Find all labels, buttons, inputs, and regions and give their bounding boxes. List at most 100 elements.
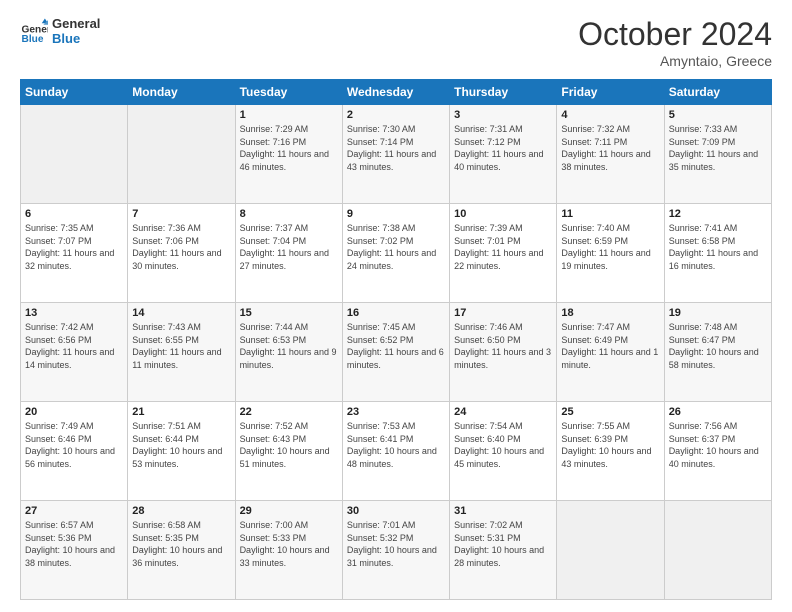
day-info: Sunrise: 7:54 AM Sunset: 6:40 PM Dayligh… [454, 420, 552, 470]
table-row: 1 Sunrise: 7:29 AM Sunset: 7:16 PM Dayli… [235, 105, 342, 204]
day-info: Sunrise: 7:48 AM Sunset: 6:47 PM Dayligh… [669, 321, 767, 371]
day-info: Sunrise: 7:40 AM Sunset: 6:59 PM Dayligh… [561, 222, 659, 272]
table-row: 9 Sunrise: 7:38 AM Sunset: 7:02 PM Dayli… [342, 204, 449, 303]
day-number: 30 [347, 505, 445, 517]
location: Amyntaio, Greece [578, 53, 772, 69]
day-info: Sunrise: 7:35 AM Sunset: 7:07 PM Dayligh… [25, 222, 123, 272]
table-row: 6 Sunrise: 7:35 AM Sunset: 7:07 PM Dayli… [21, 204, 128, 303]
calendar-week-1: 1 Sunrise: 7:29 AM Sunset: 7:16 PM Dayli… [21, 105, 772, 204]
day-number: 21 [132, 406, 230, 418]
day-number: 8 [240, 208, 338, 220]
calendar-week-2: 6 Sunrise: 7:35 AM Sunset: 7:07 PM Dayli… [21, 204, 772, 303]
table-row [557, 501, 664, 600]
day-number: 23 [347, 406, 445, 418]
header-sunday: Sunday [21, 80, 128, 105]
table-row: 2 Sunrise: 7:30 AM Sunset: 7:14 PM Dayli… [342, 105, 449, 204]
logo: General Blue General Blue [20, 16, 100, 46]
table-row: 15 Sunrise: 7:44 AM Sunset: 6:53 PM Dayl… [235, 303, 342, 402]
calendar-header-row: Sunday Monday Tuesday Wednesday Thursday… [21, 80, 772, 105]
table-row: 27 Sunrise: 6:57 AM Sunset: 5:36 PM Dayl… [21, 501, 128, 600]
day-info: Sunrise: 7:44 AM Sunset: 6:53 PM Dayligh… [240, 321, 338, 371]
header: General Blue General Blue October 2024 A… [20, 16, 772, 69]
table-row: 8 Sunrise: 7:37 AM Sunset: 7:04 PM Dayli… [235, 204, 342, 303]
day-info: Sunrise: 7:31 AM Sunset: 7:12 PM Dayligh… [454, 123, 552, 173]
day-number: 12 [669, 208, 767, 220]
calendar-week-4: 20 Sunrise: 7:49 AM Sunset: 6:46 PM Dayl… [21, 402, 772, 501]
day-info: Sunrise: 7:49 AM Sunset: 6:46 PM Dayligh… [25, 420, 123, 470]
day-info: Sunrise: 7:53 AM Sunset: 6:41 PM Dayligh… [347, 420, 445, 470]
table-row: 30 Sunrise: 7:01 AM Sunset: 5:32 PM Dayl… [342, 501, 449, 600]
day-number: 29 [240, 505, 338, 517]
day-info: Sunrise: 7:38 AM Sunset: 7:02 PM Dayligh… [347, 222, 445, 272]
page: General Blue General Blue October 2024 A… [0, 0, 792, 612]
day-info: Sunrise: 7:00 AM Sunset: 5:33 PM Dayligh… [240, 519, 338, 569]
table-row: 14 Sunrise: 7:43 AM Sunset: 6:55 PM Dayl… [128, 303, 235, 402]
day-number: 3 [454, 109, 552, 121]
header-saturday: Saturday [664, 80, 771, 105]
day-info: Sunrise: 7:47 AM Sunset: 6:49 PM Dayligh… [561, 321, 659, 371]
day-info: Sunrise: 7:52 AM Sunset: 6:43 PM Dayligh… [240, 420, 338, 470]
month-title: October 2024 [578, 16, 772, 53]
table-row: 31 Sunrise: 7:02 AM Sunset: 5:31 PM Dayl… [450, 501, 557, 600]
day-info: Sunrise: 7:37 AM Sunset: 7:04 PM Dayligh… [240, 222, 338, 272]
day-number: 24 [454, 406, 552, 418]
day-number: 16 [347, 307, 445, 319]
table-row [128, 105, 235, 204]
table-row [664, 501, 771, 600]
day-number: 19 [669, 307, 767, 319]
day-info: Sunrise: 7:56 AM Sunset: 6:37 PM Dayligh… [669, 420, 767, 470]
day-number: 9 [347, 208, 445, 220]
day-number: 5 [669, 109, 767, 121]
day-number: 6 [25, 208, 123, 220]
day-number: 26 [669, 406, 767, 418]
title-block: October 2024 Amyntaio, Greece [578, 16, 772, 69]
day-info: Sunrise: 7:55 AM Sunset: 6:39 PM Dayligh… [561, 420, 659, 470]
day-info: Sunrise: 7:32 AM Sunset: 7:11 PM Dayligh… [561, 123, 659, 173]
day-info: Sunrise: 7:30 AM Sunset: 7:14 PM Dayligh… [347, 123, 445, 173]
day-info: Sunrise: 7:46 AM Sunset: 6:50 PM Dayligh… [454, 321, 552, 371]
day-number: 31 [454, 505, 552, 517]
table-row: 24 Sunrise: 7:54 AM Sunset: 6:40 PM Dayl… [450, 402, 557, 501]
day-number: 13 [25, 307, 123, 319]
header-wednesday: Wednesday [342, 80, 449, 105]
table-row: 26 Sunrise: 7:56 AM Sunset: 6:37 PM Dayl… [664, 402, 771, 501]
calendar-week-5: 27 Sunrise: 6:57 AM Sunset: 5:36 PM Dayl… [21, 501, 772, 600]
day-info: Sunrise: 7:41 AM Sunset: 6:58 PM Dayligh… [669, 222, 767, 272]
table-row: 3 Sunrise: 7:31 AM Sunset: 7:12 PM Dayli… [450, 105, 557, 204]
logo-text: General Blue [52, 16, 100, 46]
header-monday: Monday [128, 80, 235, 105]
header-thursday: Thursday [450, 80, 557, 105]
table-row: 5 Sunrise: 7:33 AM Sunset: 7:09 PM Dayli… [664, 105, 771, 204]
table-row: 28 Sunrise: 6:58 AM Sunset: 5:35 PM Dayl… [128, 501, 235, 600]
day-info: Sunrise: 7:43 AM Sunset: 6:55 PM Dayligh… [132, 321, 230, 371]
day-info: Sunrise: 6:57 AM Sunset: 5:36 PM Dayligh… [25, 519, 123, 569]
table-row: 21 Sunrise: 7:51 AM Sunset: 6:44 PM Dayl… [128, 402, 235, 501]
table-row: 20 Sunrise: 7:49 AM Sunset: 6:46 PM Dayl… [21, 402, 128, 501]
table-row: 4 Sunrise: 7:32 AM Sunset: 7:11 PM Dayli… [557, 105, 664, 204]
table-row [21, 105, 128, 204]
table-row: 23 Sunrise: 7:53 AM Sunset: 6:41 PM Dayl… [342, 402, 449, 501]
day-number: 20 [25, 406, 123, 418]
day-info: Sunrise: 7:01 AM Sunset: 5:32 PM Dayligh… [347, 519, 445, 569]
day-info: Sunrise: 7:33 AM Sunset: 7:09 PM Dayligh… [669, 123, 767, 173]
table-row: 17 Sunrise: 7:46 AM Sunset: 6:50 PM Dayl… [450, 303, 557, 402]
table-row: 7 Sunrise: 7:36 AM Sunset: 7:06 PM Dayli… [128, 204, 235, 303]
day-number: 10 [454, 208, 552, 220]
day-number: 2 [347, 109, 445, 121]
day-number: 1 [240, 109, 338, 121]
header-tuesday: Tuesday [235, 80, 342, 105]
table-row: 11 Sunrise: 7:40 AM Sunset: 6:59 PM Dayl… [557, 204, 664, 303]
table-row: 25 Sunrise: 7:55 AM Sunset: 6:39 PM Dayl… [557, 402, 664, 501]
day-info: Sunrise: 7:29 AM Sunset: 7:16 PM Dayligh… [240, 123, 338, 173]
day-number: 11 [561, 208, 659, 220]
calendar-week-3: 13 Sunrise: 7:42 AM Sunset: 6:56 PM Dayl… [21, 303, 772, 402]
table-row: 18 Sunrise: 7:47 AM Sunset: 6:49 PM Dayl… [557, 303, 664, 402]
table-row: 19 Sunrise: 7:48 AM Sunset: 6:47 PM Dayl… [664, 303, 771, 402]
table-row: 10 Sunrise: 7:39 AM Sunset: 7:01 PM Dayl… [450, 204, 557, 303]
day-info: Sunrise: 7:45 AM Sunset: 6:52 PM Dayligh… [347, 321, 445, 371]
table-row: 12 Sunrise: 7:41 AM Sunset: 6:58 PM Dayl… [664, 204, 771, 303]
day-number: 7 [132, 208, 230, 220]
day-number: 14 [132, 307, 230, 319]
table-row: 29 Sunrise: 7:00 AM Sunset: 5:33 PM Dayl… [235, 501, 342, 600]
day-info: Sunrise: 7:42 AM Sunset: 6:56 PM Dayligh… [25, 321, 123, 371]
